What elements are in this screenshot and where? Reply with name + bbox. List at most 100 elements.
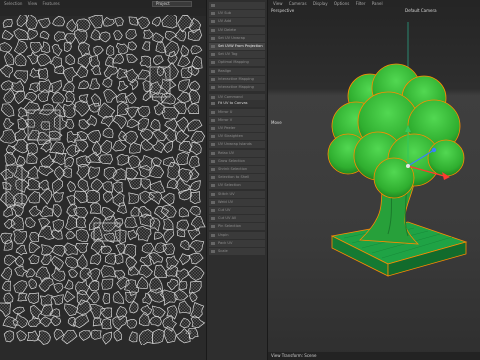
uv-island[interactable] bbox=[98, 31, 111, 43]
uv-island[interactable] bbox=[87, 130, 102, 144]
uv-island[interactable] bbox=[187, 227, 201, 241]
uv-island[interactable] bbox=[27, 165, 39, 179]
uv-island[interactable] bbox=[89, 55, 100, 68]
uv-island[interactable] bbox=[76, 253, 88, 270]
uv-island[interactable] bbox=[53, 282, 64, 294]
uv-island[interactable] bbox=[180, 239, 190, 250]
uv-island[interactable] bbox=[176, 151, 190, 165]
uv-island[interactable] bbox=[26, 152, 38, 164]
uv-island[interactable] bbox=[93, 222, 121, 242]
uv-island[interactable] bbox=[187, 103, 200, 114]
uv-island[interactable] bbox=[153, 264, 167, 279]
uv-island[interactable] bbox=[51, 91, 66, 104]
uv-island[interactable] bbox=[178, 281, 188, 290]
command-item[interactable]: UV Delete bbox=[209, 26, 265, 34]
uv-island[interactable] bbox=[26, 330, 39, 342]
uv-island[interactable] bbox=[188, 80, 201, 91]
uv-island[interactable] bbox=[164, 30, 178, 41]
uv-island[interactable] bbox=[139, 329, 154, 346]
uv-island[interactable] bbox=[91, 329, 102, 340]
uv-island[interactable] bbox=[112, 315, 127, 331]
uv-island[interactable] bbox=[124, 216, 138, 228]
uv-island[interactable] bbox=[88, 15, 104, 29]
uv-island[interactable] bbox=[114, 17, 124, 27]
uv-island[interactable] bbox=[93, 45, 104, 57]
uv-island[interactable] bbox=[54, 65, 65, 74]
uv-island[interactable] bbox=[149, 217, 161, 232]
uv-island[interactable] bbox=[100, 265, 117, 278]
uv-island[interactable] bbox=[28, 205, 42, 217]
uv-island[interactable] bbox=[116, 92, 128, 104]
uv-island[interactable] bbox=[14, 265, 28, 277]
uv-island[interactable] bbox=[151, 16, 162, 27]
uv-island[interactable] bbox=[27, 315, 42, 327]
uv-island[interactable] bbox=[189, 205, 201, 216]
uv-island[interactable] bbox=[89, 280, 100, 292]
command-item[interactable] bbox=[209, 2, 265, 9]
uv-island[interactable] bbox=[128, 192, 140, 205]
uv-island[interactable] bbox=[163, 325, 177, 344]
uv-island[interactable] bbox=[189, 191, 201, 204]
uv-island[interactable] bbox=[11, 80, 24, 93]
uv-island[interactable] bbox=[48, 79, 62, 94]
uv-island[interactable] bbox=[136, 16, 151, 30]
uv-island[interactable] bbox=[140, 178, 152, 190]
uv-island[interactable] bbox=[187, 29, 202, 41]
uv-island[interactable] bbox=[102, 191, 113, 203]
uv-island[interactable] bbox=[125, 29, 137, 40]
uv-mode-select[interactable]: Project bbox=[152, 1, 192, 7]
uv-island[interactable] bbox=[79, 330, 92, 341]
uv-island[interactable] bbox=[28, 254, 40, 265]
uv-island[interactable] bbox=[39, 30, 50, 40]
uv-island[interactable] bbox=[52, 204, 62, 218]
command-item[interactable]: UV Peeler bbox=[209, 125, 265, 132]
uv-island[interactable] bbox=[128, 16, 138, 26]
uv-island[interactable] bbox=[37, 89, 50, 102]
uv-island[interactable] bbox=[75, 228, 90, 242]
uv-island[interactable] bbox=[117, 80, 129, 92]
uv-island[interactable] bbox=[52, 192, 64, 203]
uv-island[interactable] bbox=[127, 155, 141, 169]
uv-island[interactable] bbox=[115, 42, 129, 55]
uv-island[interactable] bbox=[126, 53, 138, 64]
uv-island[interactable] bbox=[3, 88, 15, 103]
uv-island[interactable] bbox=[1, 29, 14, 40]
uv-island[interactable] bbox=[112, 114, 127, 130]
uv-island[interactable] bbox=[136, 276, 149, 290]
uv-island[interactable] bbox=[77, 178, 90, 193]
uv-island[interactable] bbox=[62, 81, 75, 93]
uv-island[interactable] bbox=[178, 207, 190, 218]
uv-island[interactable] bbox=[151, 305, 166, 319]
uv-island[interactable] bbox=[36, 330, 51, 345]
uv-island[interactable] bbox=[75, 216, 87, 229]
uv-island[interactable] bbox=[135, 225, 152, 242]
uv-island[interactable] bbox=[190, 130, 206, 143]
command-item[interactable]: Set UVW From Projection bbox=[209, 43, 265, 50]
uv-island[interactable] bbox=[13, 28, 29, 41]
viewport-menu-display[interactable]: Display bbox=[313, 1, 328, 6]
uv-island[interactable] bbox=[3, 292, 14, 304]
uv-island[interactable] bbox=[52, 15, 66, 27]
uv-island[interactable] bbox=[175, 116, 189, 133]
uv-island[interactable] bbox=[29, 67, 41, 78]
uv-island[interactable] bbox=[100, 307, 113, 319]
command-item[interactable]: Fit UV to Canvas bbox=[209, 100, 265, 108]
uv-island[interactable] bbox=[68, 268, 78, 278]
uv-island[interactable] bbox=[187, 265, 205, 281]
command-item[interactable]: Cut UV All bbox=[209, 215, 265, 223]
viewport-scene[interactable] bbox=[268, 14, 480, 354]
uv-island[interactable] bbox=[163, 228, 175, 244]
uv-island[interactable] bbox=[149, 66, 171, 98]
uv-island[interactable] bbox=[127, 41, 138, 51]
uv-island[interactable] bbox=[4, 51, 14, 66]
command-item[interactable]: Set UV Unwrap bbox=[209, 34, 265, 42]
uv-island[interactable] bbox=[0, 302, 11, 318]
uv-island[interactable] bbox=[138, 165, 151, 178]
uv-island[interactable] bbox=[103, 65, 119, 79]
uv-island[interactable] bbox=[13, 70, 28, 84]
uv-island[interactable] bbox=[54, 31, 66, 42]
uv-menu-features[interactable]: Features bbox=[43, 1, 60, 6]
uv-island[interactable] bbox=[103, 88, 118, 103]
uv-island[interactable] bbox=[116, 153, 130, 166]
uv-island[interactable] bbox=[65, 53, 76, 66]
